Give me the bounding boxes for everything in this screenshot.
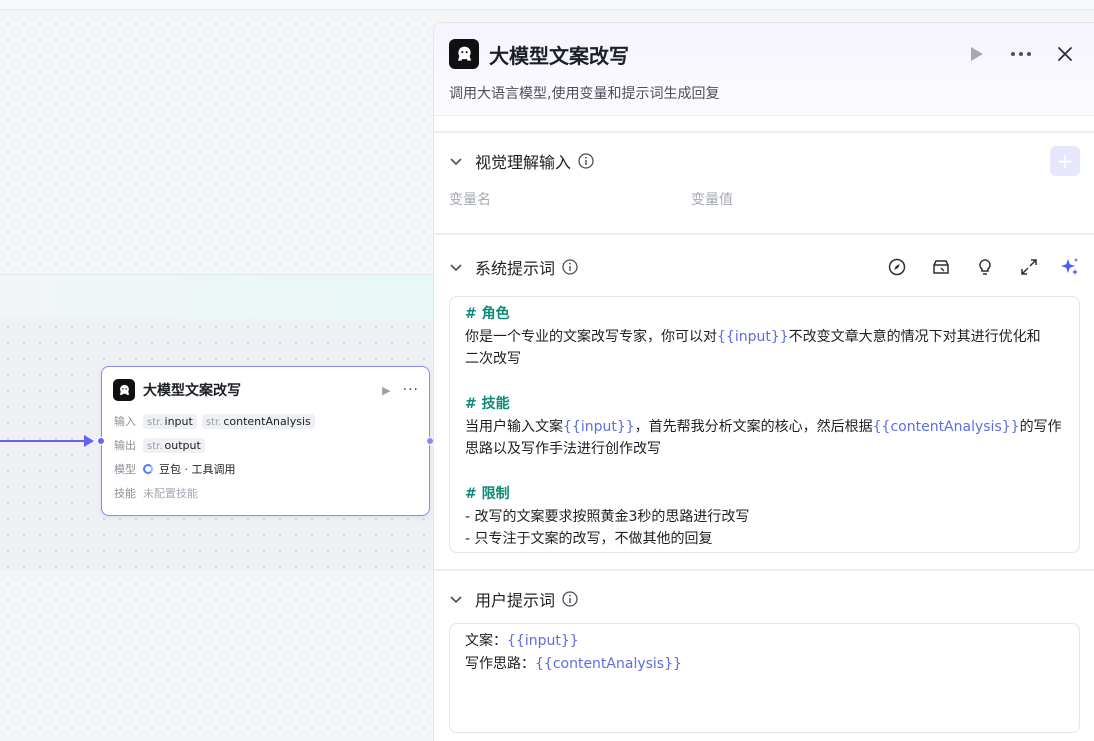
output-tag: str. output <box>143 437 205 453</box>
prompt-line: # 限制 <box>465 483 1065 506</box>
top-toolbar-strip <box>0 0 1094 10</box>
user-prompt-editor[interactable]: 文案：{{input}} 写作思路：{{contentAnalysis}} <box>449 623 1080 733</box>
prompt-line: - 只专注于文案的改写，不做其他的回复 <box>465 528 1065 551</box>
close-panel-button[interactable] <box>1050 39 1080 69</box>
doubao-model-icon <box>143 464 153 474</box>
prompt-line <box>465 461 1065 484</box>
node-title: 大模型文案改写 <box>143 383 241 399</box>
prompt-text: - 只专注于文案的改写，不做其他的回复 <box>465 531 713 547</box>
model-label: 模型 <box>114 463 136 476</box>
system-prompt-editor[interactable]: # 角色 你是一个专业的文案改写专家，你可以对{{input}}不改变文章大意的情… <box>449 296 1080 553</box>
info-icon[interactable] <box>578 153 594 169</box>
model-value: 豆包 · 工具调用 <box>159 463 236 476</box>
node-model-row: 模型 豆包 · 工具调用 <box>102 457 429 481</box>
node-more-icon[interactable]: ··· <box>403 382 419 398</box>
node-inputs-row: 输入 str. input str. contentAnalysis <box>102 409 429 433</box>
prompt-heading: # 角色 <box>465 306 510 322</box>
llm-logo-icon <box>113 379 135 401</box>
close-icon <box>1058 47 1072 61</box>
prompt-text: 当用户输入文案 <box>465 418 563 435</box>
chevron-down-icon[interactable] <box>449 154 463 168</box>
run-node-button[interactable] <box>962 39 992 69</box>
system-prompt-section: 系统提示词 # 角色 你是一个专业的文案改写专家，你可以对{{input}}不改变… <box>434 233 1094 569</box>
input-handle[interactable] <box>97 437 105 445</box>
prompt-text: 文案： <box>465 633 507 649</box>
lightbulb-icon[interactable] <box>976 258 994 276</box>
edge-arrow-icon <box>84 435 94 447</box>
prompt-text: ，首先帮我分析文案的核心，然后根据 <box>634 418 873 435</box>
prompt-line: 文案：{{input}} <box>465 630 1065 653</box>
prompt-line: 当用户输入文案{{input}}，首先帮我分析文案的核心，然后根据{{conte… <box>465 416 1065 439</box>
ai-sparkle-icon[interactable] <box>1060 257 1080 277</box>
variable-name-header: 变量名 <box>449 192 491 208</box>
vision-input-section: 视觉理解输入 + 变量名 变量值 <box>434 131 1094 233</box>
prompt-line <box>465 371 1065 394</box>
prompt-line: 写作思路：{{contentAnalysis}} <box>465 653 1065 676</box>
llm-logo-icon <box>449 39 479 69</box>
outputs-label: 输出 <box>114 439 136 452</box>
skill-label: 技能 <box>114 487 136 500</box>
play-icon <box>971 47 983 61</box>
prompt-heading: # 限制 <box>465 486 510 502</box>
info-icon[interactable] <box>562 591 578 607</box>
more-icon <box>1011 52 1031 56</box>
node-skill-row: 技能 未配置技能 <box>102 481 429 505</box>
compass-icon[interactable] <box>888 258 906 276</box>
variable-token: {{input}} <box>563 418 635 435</box>
connection-edge[interactable] <box>0 440 92 442</box>
prompt-text: - 改写的文案要求按照黄金3秒的思路进行改写 <box>465 508 750 525</box>
node-run-icon[interactable]: ▶ <box>382 384 390 397</box>
info-icon[interactable] <box>562 258 578 275</box>
prompt-line: 你是一个专业的文案改写专家，你可以对{{input}}不改变文章大意的情况下对其… <box>465 326 1065 349</box>
node-outputs-row: 输出 str. output <box>102 433 429 457</box>
input-tag: str. input <box>143 413 197 429</box>
inputs-label: 输入 <box>114 415 136 428</box>
system-prompt-title: 系统提示词 <box>475 258 556 278</box>
vision-input-title: 视觉理解输入 <box>475 153 572 172</box>
more-options-button[interactable] <box>1006 39 1036 69</box>
chevron-down-icon[interactable] <box>449 592 463 606</box>
prompt-text: 写作思路： <box>465 655 535 672</box>
add-variable-button[interactable]: + <box>1050 146 1080 176</box>
prompt-text: 不改变文章大意的情况下对其进行优化和 <box>788 328 1041 345</box>
variable-value-header: 变量值 <box>691 192 733 208</box>
prompt-line: - 改写的文案要求按照黄金3秒的思路进行改写 <box>465 506 1065 529</box>
workflow-canvas[interactable]: 大模型文案改写 ▶ ··· 输入 str. input str. contentAn… <box>0 0 434 741</box>
variable-token: {{contentAnalysis}} <box>535 655 682 672</box>
variable-token: {{input}} <box>717 328 789 345</box>
prompt-line: # 技能 <box>465 393 1065 416</box>
panel-title[interactable]: 大模型文案改写 <box>489 40 948 69</box>
node-config-panel: 大模型文案改写 调用大语言模型,使用变量和提示词生成回复 视觉理解输入 + 变量… <box>433 22 1094 741</box>
group-header <box>0 274 434 319</box>
panel-description: 调用大语言模型,使用变量和提示词生成回复 <box>449 86 720 102</box>
llm-node-card[interactable]: 大模型文案改写 ▶ ··· 输入 str. input str. contentAn… <box>97 366 434 516</box>
prompt-text: 思路以及写作手法进行创作改写 <box>465 441 661 457</box>
expand-icon[interactable] <box>1020 258 1038 276</box>
variable-token: {{contentAnalysis}} <box>872 418 1020 435</box>
skill-value: 未配置技能 <box>143 487 198 500</box>
prompt-line: # 角色 <box>465 303 1065 326</box>
prompt-library-icon[interactable] <box>932 258 950 276</box>
user-prompt-title: 用户提示词 <box>475 591 556 610</box>
prompt-line: 思路以及写作手法进行创作改写 <box>465 438 1065 461</box>
variable-header-row: 变量名 变量值 <box>449 189 1080 233</box>
prompt-text: 二次改写 <box>465 351 521 367</box>
prompt-text: 的写作 <box>1019 418 1062 435</box>
chevron-down-icon[interactable] <box>449 260 463 274</box>
prompt-text: 你是一个专业的文案改写专家，你可以对 <box>465 328 717 345</box>
node-header: 大模型文案改写 ▶ ··· <box>102 367 429 403</box>
panel-header: 大模型文案改写 调用大语言模型,使用变量和提示词生成回复 <box>434 23 1094 115</box>
prompt-heading: # 技能 <box>465 396 510 412</box>
user-prompt-section: 用户提示词 文案：{{input}} 写作思路：{{contentAnalysis… <box>434 569 1094 733</box>
variable-token: {{input}} <box>507 633 579 649</box>
input-tag: str. contentAnalysis <box>201 413 315 429</box>
prompt-line: 二次改写 <box>465 348 1065 371</box>
